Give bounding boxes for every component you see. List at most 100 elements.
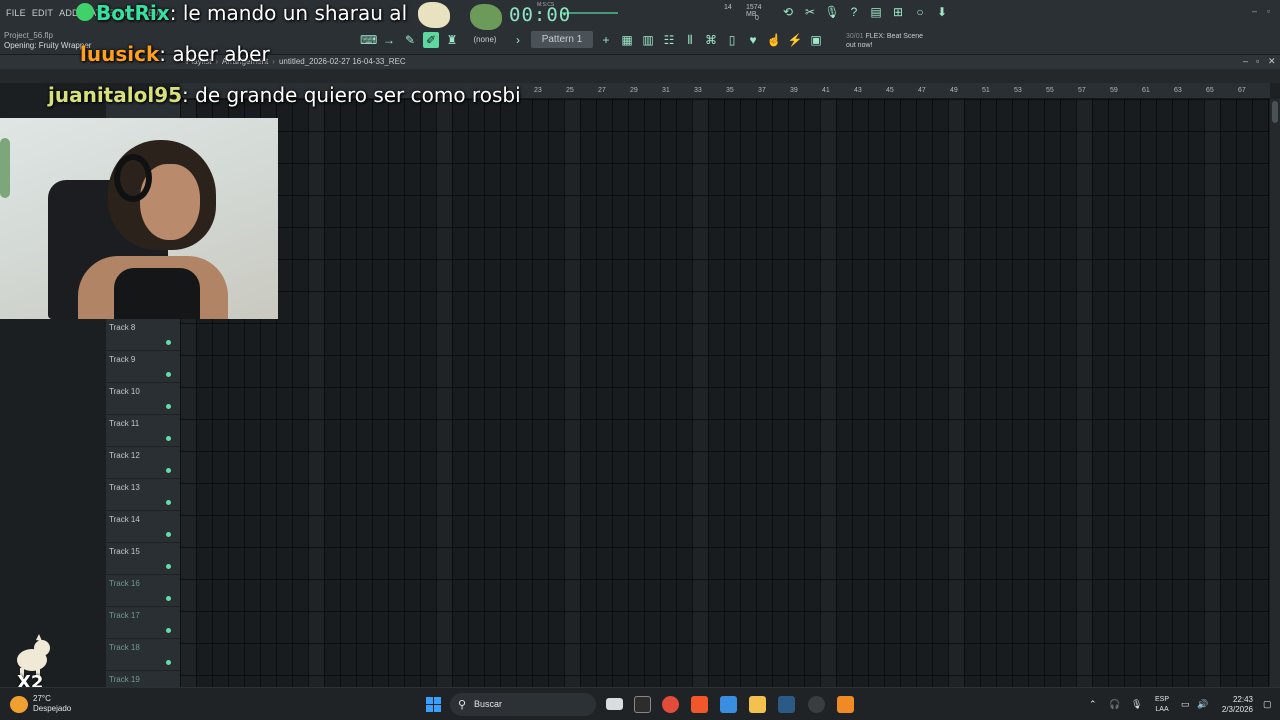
track-header[interactable]: Track 12 (106, 447, 180, 479)
track-header[interactable]: Track 15 (106, 543, 180, 575)
news-panel[interactable]: 30/01 FLEX: Beat Scene out now! (846, 32, 923, 50)
epic-games-icon[interactable] (634, 696, 651, 713)
headphones-icon[interactable]: 🎧 (1109, 699, 1120, 710)
obs-icon[interactable] (808, 696, 825, 713)
arrow-right-icon[interactable]: → (381, 32, 397, 48)
taskbar-search[interactable]: ⚲ Buscar (450, 693, 596, 716)
track-header[interactable]: Track 10 (106, 383, 180, 415)
clock[interactable]: 22:43 2/3/2026 (1217, 695, 1253, 715)
menu-edit[interactable]: EDIT (32, 8, 53, 18)
playlist-minimize-button[interactable]: – (1243, 56, 1248, 66)
person-top (114, 268, 200, 319)
track-mute-led-icon[interactable] (166, 404, 171, 409)
plugin-icon[interactable]: ⌘ (703, 32, 719, 48)
chevron-right-icon[interactable]: › (510, 32, 526, 48)
pattern-none-selector[interactable]: (none) (465, 35, 505, 44)
channel-rack-icon[interactable]: ☷ (661, 32, 677, 48)
track-header[interactable]: Track 16 (106, 575, 180, 607)
track-mute-led-icon[interactable] (166, 564, 171, 569)
bar-number: 29 (630, 87, 638, 94)
start-button[interactable] (426, 697, 441, 712)
volume-icon[interactable]: 🔊 (1197, 699, 1208, 710)
track-mute-led-icon[interactable] (166, 436, 171, 441)
link-icon[interactable]: ⚡ (787, 32, 803, 48)
fl-studio-icon[interactable] (837, 696, 854, 713)
scrollbar-thumb[interactable] (1272, 101, 1278, 123)
chat-text: de grande quiero ser como rosbi (195, 83, 521, 107)
tray-chevron-up-icon[interactable]: ⌃ (1089, 699, 1097, 710)
cart-icon[interactable]: ▣ (808, 32, 824, 48)
track-mute-led-icon[interactable] (166, 372, 171, 377)
track-mute-led-icon[interactable] (166, 596, 171, 601)
maximize-button[interactable]: ▫ (1267, 6, 1270, 16)
breadcrumb-arrangement-name[interactable]: untitled_2026-02-27 16-04-33_REC (279, 57, 406, 66)
pattern-selector[interactable]: Pattern 1 (531, 31, 593, 48)
help-icon[interactable]: ? (846, 4, 862, 20)
chrome-icon[interactable] (662, 696, 679, 713)
clock-time: 22:43 (1232, 695, 1253, 704)
browser-icon[interactable]: ▯ (724, 32, 740, 48)
playlist-maximize-button[interactable]: ▫ (1256, 56, 1259, 66)
store-icon[interactable] (720, 696, 737, 713)
language-indicator[interactable]: ESP LAA (1155, 695, 1169, 715)
pencil-icon[interactable]: ✎ (402, 32, 418, 48)
piano-roll-icon[interactable]: ▥ (640, 32, 656, 48)
steam-icon[interactable] (778, 696, 795, 713)
bar-number: 43 (854, 87, 862, 94)
touch-icon[interactable]: ☝ (766, 32, 782, 48)
undo-icon[interactable]: ⟲ (780, 4, 796, 20)
tools-icon[interactable]: ✂ (802, 4, 818, 20)
display-icon[interactable]: ▭ (1181, 699, 1190, 710)
master-waveform (560, 12, 618, 14)
track-header[interactable]: Track 8 (106, 319, 180, 351)
task-view-icon[interactable] (606, 698, 623, 710)
track-mute-led-icon[interactable] (166, 628, 171, 633)
keyboard-icon[interactable]: ⌨ (360, 32, 377, 48)
news-counter: 30/01 (846, 33, 864, 40)
weather-sun-icon[interactable] (10, 696, 28, 713)
mixer-icon[interactable]: ⊞ (890, 4, 906, 20)
stamp-icon[interactable]: ♜ (444, 32, 460, 48)
track-header[interactable]: Track 11 (106, 415, 180, 447)
track-label: Track 19 (109, 675, 140, 684)
file-explorer-icon[interactable] (749, 696, 766, 713)
playlist-grid[interactable] (180, 99, 1270, 687)
draw-tool-icon[interactable]: ✐ (423, 31, 439, 48)
mixer-fader-icon[interactable]: ⫴ (682, 32, 698, 48)
add-pattern-icon[interactable]: + (598, 32, 614, 48)
notification-icon[interactable]: ▢ (1263, 699, 1272, 710)
track-mute-led-icon[interactable] (166, 500, 171, 505)
track-mute-led-icon[interactable] (166, 340, 171, 345)
brave-icon[interactable] (691, 696, 708, 713)
playlist-icon[interactable]: ▦ (619, 32, 635, 48)
search-icon: ⚲ (458, 699, 467, 711)
track-mute-led-icon[interactable] (166, 532, 171, 537)
microphone-tray-icon[interactable]: 🎙 (1131, 699, 1142, 710)
microphone-icon[interactable]: 🎙 (824, 4, 840, 20)
track-header[interactable]: Track 17 (106, 607, 180, 639)
chat-username: BotRix (96, 1, 170, 25)
track-mute-led-icon[interactable] (166, 660, 171, 665)
bar-number: 35 (726, 87, 734, 94)
track-header[interactable]: Track 18 (106, 639, 180, 671)
plugin-picker-icon[interactable]: ♥ (745, 32, 761, 48)
song-position-timer[interactable]: 00:00 (509, 4, 571, 26)
ram-value: 1574 MB (746, 4, 762, 18)
minimize-button[interactable]: – (1252, 6, 1257, 16)
project-info: Project_56.flp Opening: Fruity Wrapper (4, 31, 91, 51)
chat-icon[interactable]: ○ (912, 4, 928, 20)
save-icon[interactable]: ▤ (868, 4, 884, 20)
news-subtitle: out now! (846, 42, 873, 49)
weather-widget[interactable]: 27°C Despejado (33, 694, 71, 714)
track-header[interactable]: Track 14 (106, 511, 180, 543)
chat-username: juanitalol95 (48, 83, 183, 107)
bar-number: 61 (1142, 87, 1150, 94)
download-icon[interactable]: ⬇ (934, 4, 950, 20)
menu-file[interactable]: FILE (6, 8, 26, 18)
track-header[interactable]: Track 13 (106, 479, 180, 511)
vertical-scrollbar[interactable] (1270, 99, 1280, 687)
track-header[interactable]: Track 9 (106, 351, 180, 383)
playlist-close-button[interactable]: ✕ (1268, 56, 1276, 67)
track-mute-led-icon[interactable] (166, 468, 171, 473)
webcam-feed (0, 118, 278, 319)
